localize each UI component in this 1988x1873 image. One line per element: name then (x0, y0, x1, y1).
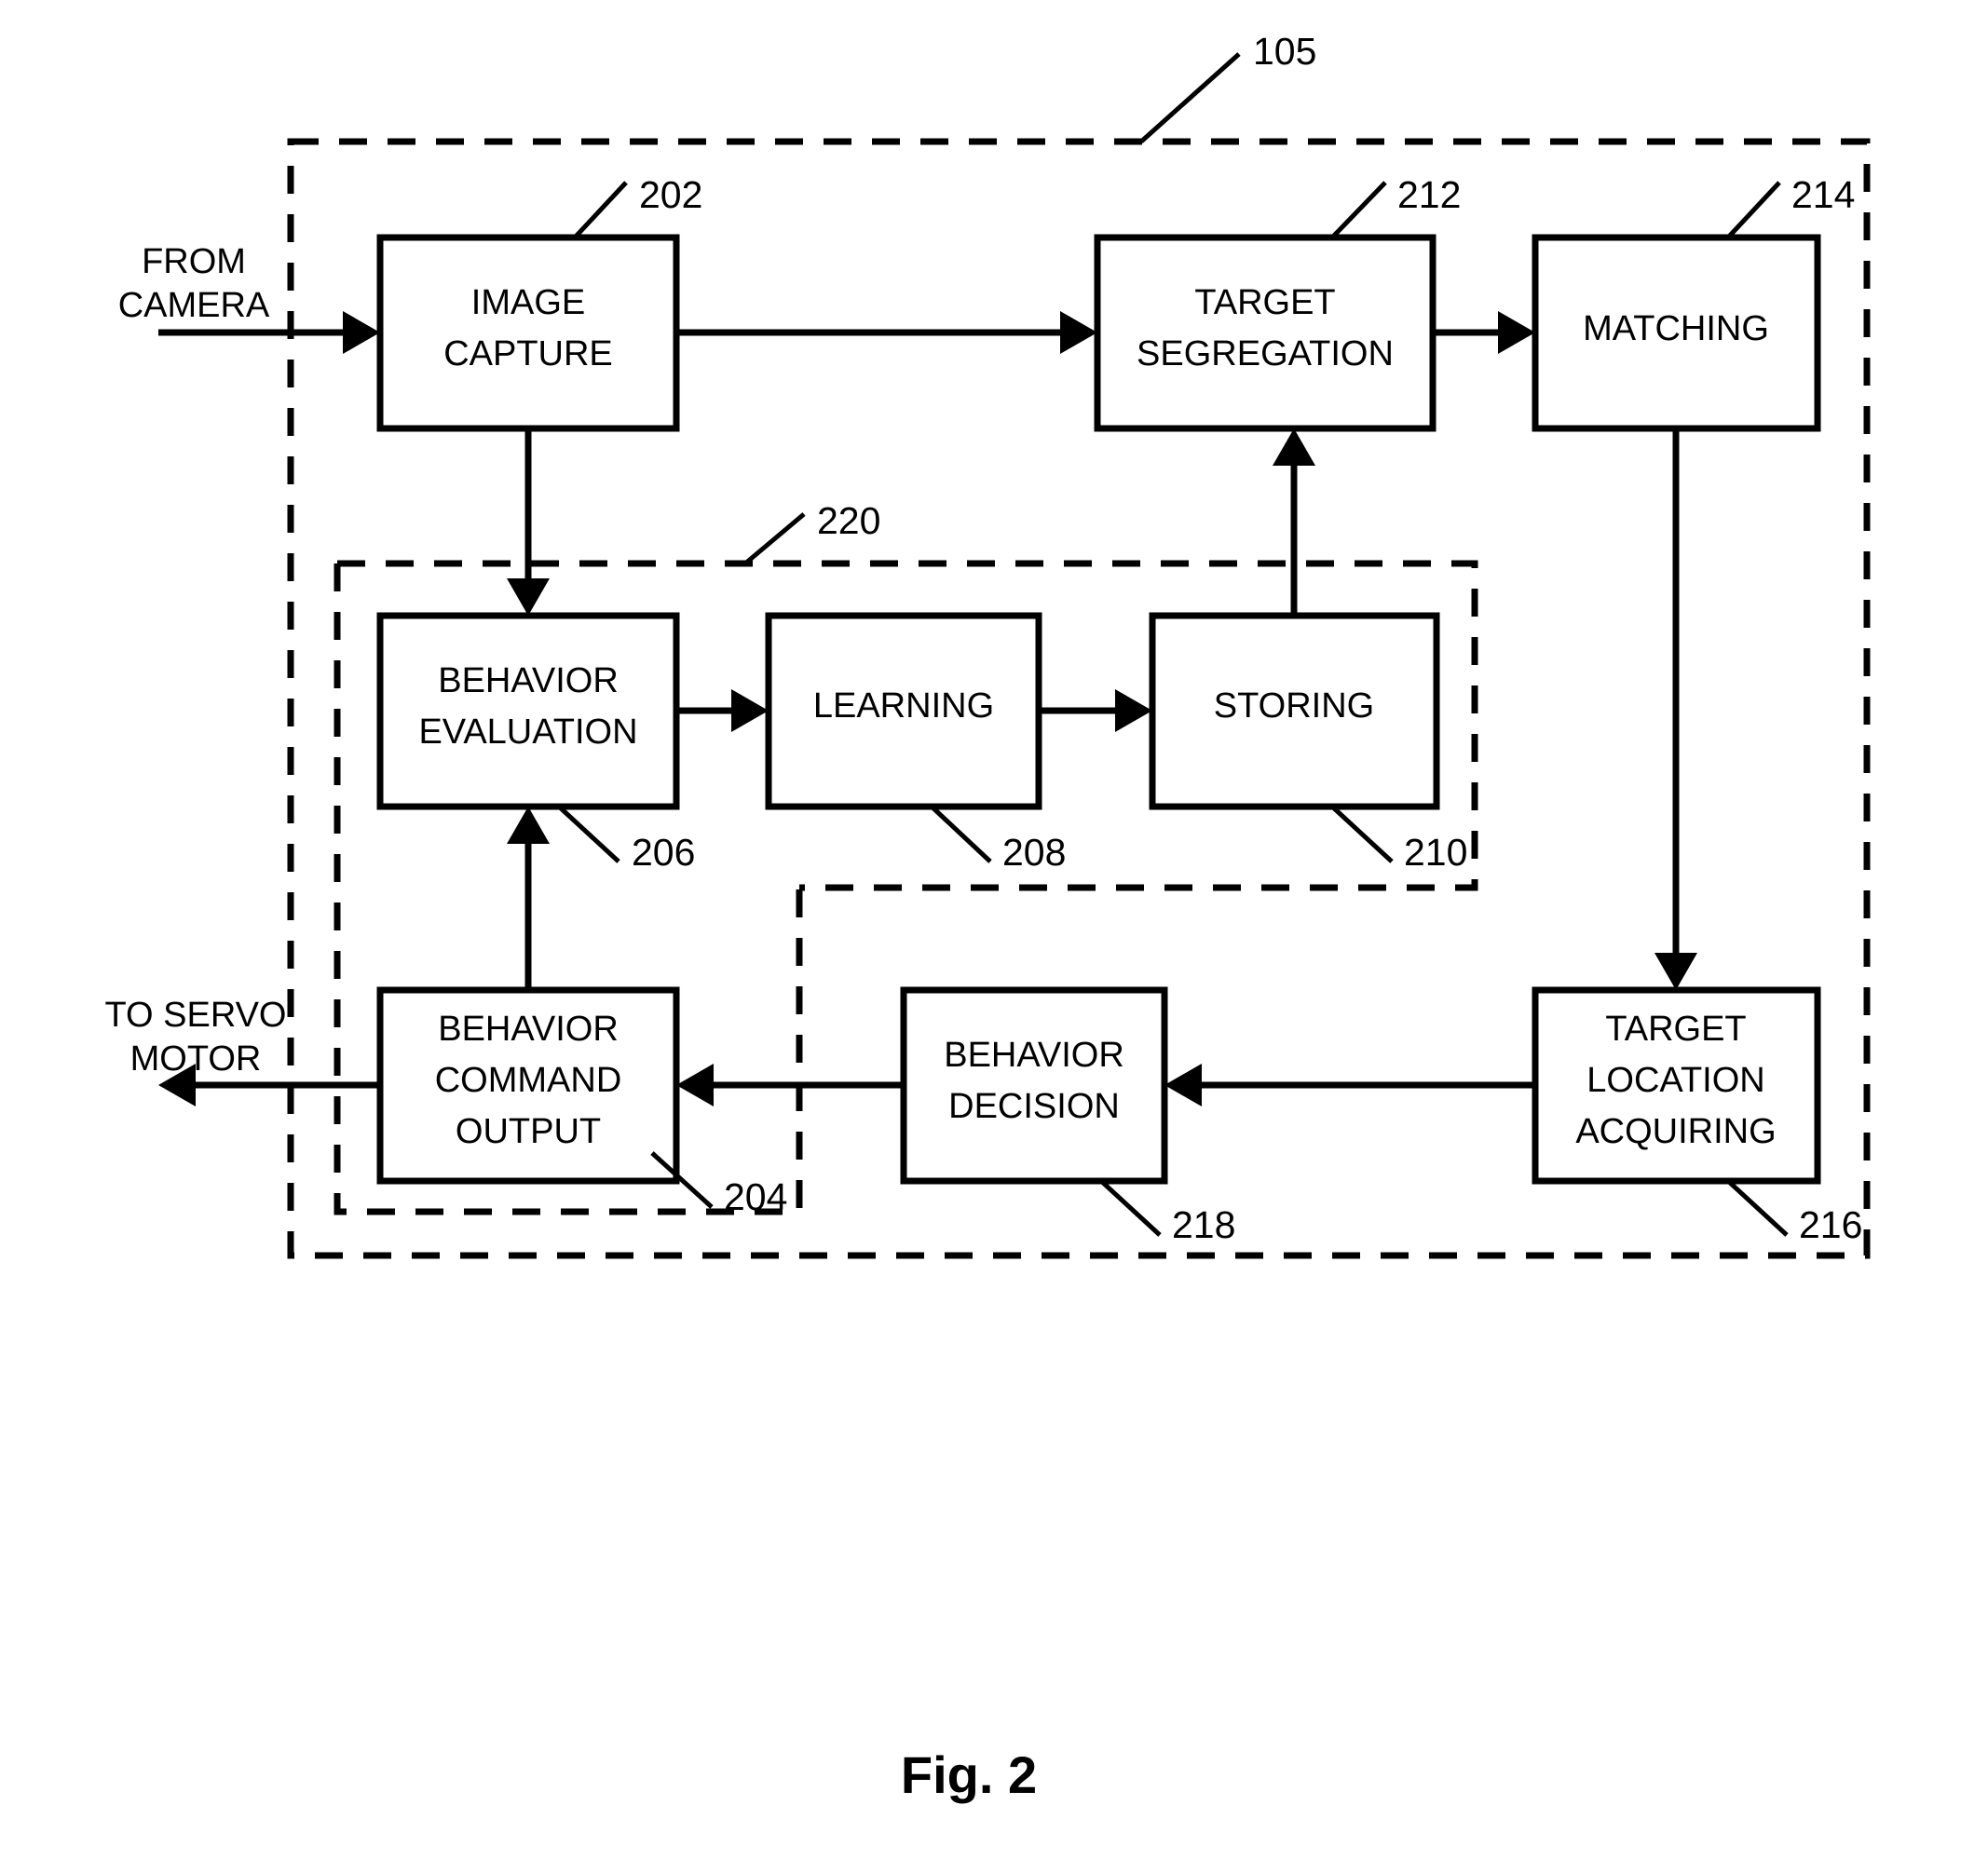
leader-214 (1726, 181, 1781, 239)
arrowhead-target-segregation-to-matching (1498, 311, 1535, 354)
block-target-location-acquiring-label-3: ACQUIRING (1575, 1112, 1776, 1151)
block-behavior-decision-label-2: DECISION (948, 1087, 1120, 1126)
ref-number-216: 216 (1799, 1203, 1862, 1246)
block-behavior-evaluation-label-1: BEHAVIOR (438, 661, 619, 700)
output-label-line-2: MOTOR (130, 1039, 262, 1079)
ref-number-105: 105 (1253, 30, 1316, 73)
leader-218 (1099, 1179, 1162, 1237)
leader-210 (1330, 805, 1394, 863)
arrowhead-target-location-acquiring-to-behavior-decision (1164, 1064, 1202, 1106)
figure-caption: Fig. 2 (901, 1745, 1037, 1804)
block-storing-label-1: STORING (1214, 686, 1374, 726)
arrowhead-camera-to-image-capture (343, 311, 380, 354)
input-label-line-2: CAMERA (118, 286, 270, 325)
ref-number-206: 206 (632, 831, 695, 874)
ref-number-210: 210 (1404, 831, 1467, 874)
arrowhead-behavior-command-output-to-behavior-evaluation (507, 807, 550, 844)
block-image-capture-label-2: CAPTURE (443, 334, 613, 373)
ref-number-220: 220 (817, 499, 880, 542)
block-behavior-command-output-label-1: BEHAVIOR (438, 1010, 619, 1049)
block-diagram: IMAGE CAPTURE 202 TARGET SEGREGATION 212… (105, 30, 1871, 1804)
ref-number-202: 202 (639, 173, 702, 216)
arrowhead-learning-to-storing (1115, 689, 1152, 732)
arrowhead-behavior-decision-to-behavior-command-output (676, 1064, 714, 1106)
ref-number-214: 214 (1791, 173, 1855, 216)
block-image-capture-label-1: IMAGE (471, 283, 585, 322)
block-behavior-command-output-label-3: OUTPUT (456, 1112, 601, 1151)
block-behavior-evaluation-label-2: EVALUATION (418, 713, 637, 752)
arrowhead-storing-to-target-segregation (1273, 428, 1315, 466)
block-behavior-evaluation[interactable] (376, 612, 680, 810)
arrowhead-image-capture-to-behavior-evaluation (507, 578, 550, 616)
block-learning-label-1: LEARNING (813, 686, 994, 726)
block-target-location-acquiring-label-1: TARGET (1605, 1010, 1746, 1049)
block-target-segregation-label-1: TARGET (1194, 283, 1335, 322)
leader-216 (1726, 1179, 1789, 1237)
ref-number-212: 212 (1397, 173, 1461, 216)
patent-figure-page: IMAGE CAPTURE 202 TARGET SEGREGATION 212… (0, 0, 1988, 1873)
leader-208 (930, 805, 992, 863)
block-behavior-decision-label-1: BEHAVIOR (944, 1036, 1124, 1075)
ref-number-208: 208 (1002, 831, 1066, 874)
ref-number-218: 218 (1172, 1203, 1235, 1246)
leader-220 (743, 512, 806, 565)
block-target-segregation-label-2: SEGREGATION (1137, 334, 1394, 373)
block-image-capture[interactable] (376, 234, 680, 432)
block-target-location-acquiring-label-2: LOCATION (1586, 1061, 1764, 1100)
leader-206 (557, 805, 620, 863)
block-behavior-command-output-label-2: COMMAND (435, 1061, 622, 1100)
arrowhead-behavior-evaluation-to-learning (731, 689, 769, 732)
arrowhead-matching-to-target-location-acquiring (1654, 953, 1697, 990)
block-matching-label-1: MATCHING (1583, 309, 1769, 348)
ref-number-204: 204 (724, 1175, 787, 1218)
leader-212 (1330, 181, 1387, 239)
block-behavior-decision[interactable] (900, 986, 1168, 1185)
block-target-segregation[interactable] (1094, 234, 1437, 432)
input-label-line-1: FROM (142, 242, 246, 281)
leader-105 (1139, 52, 1241, 143)
leader-202 (573, 181, 628, 239)
output-label-line-1: TO SERVO (105, 996, 287, 1035)
arrowhead-image-capture-to-target-segregation (1060, 311, 1097, 354)
